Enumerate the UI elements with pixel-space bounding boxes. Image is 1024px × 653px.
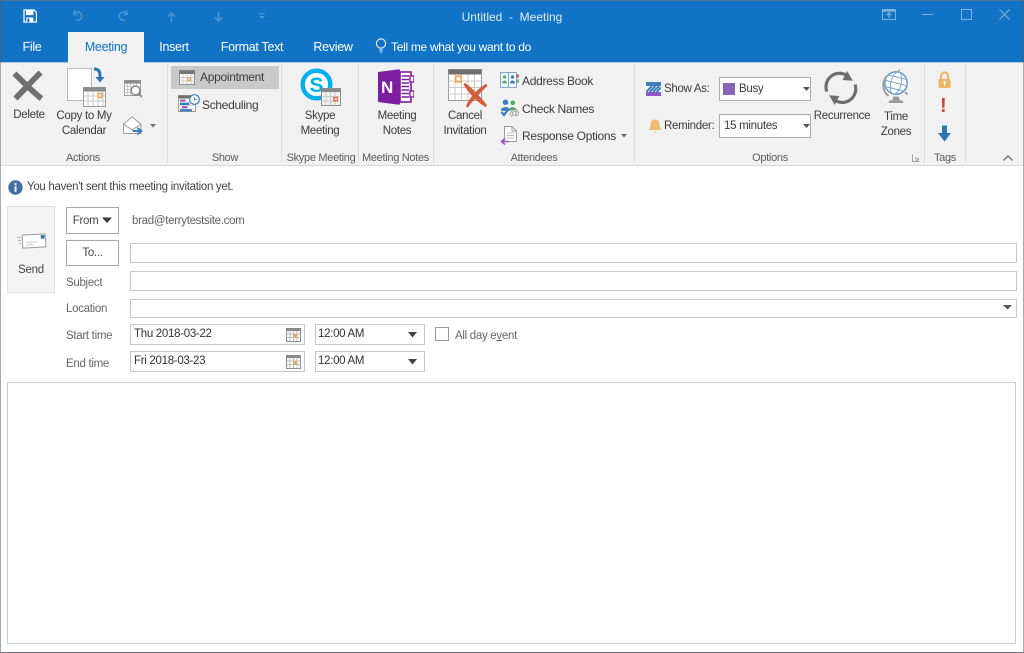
svg-text:@: @ — [510, 109, 520, 118]
svg-text:N: N — [381, 78, 393, 97]
